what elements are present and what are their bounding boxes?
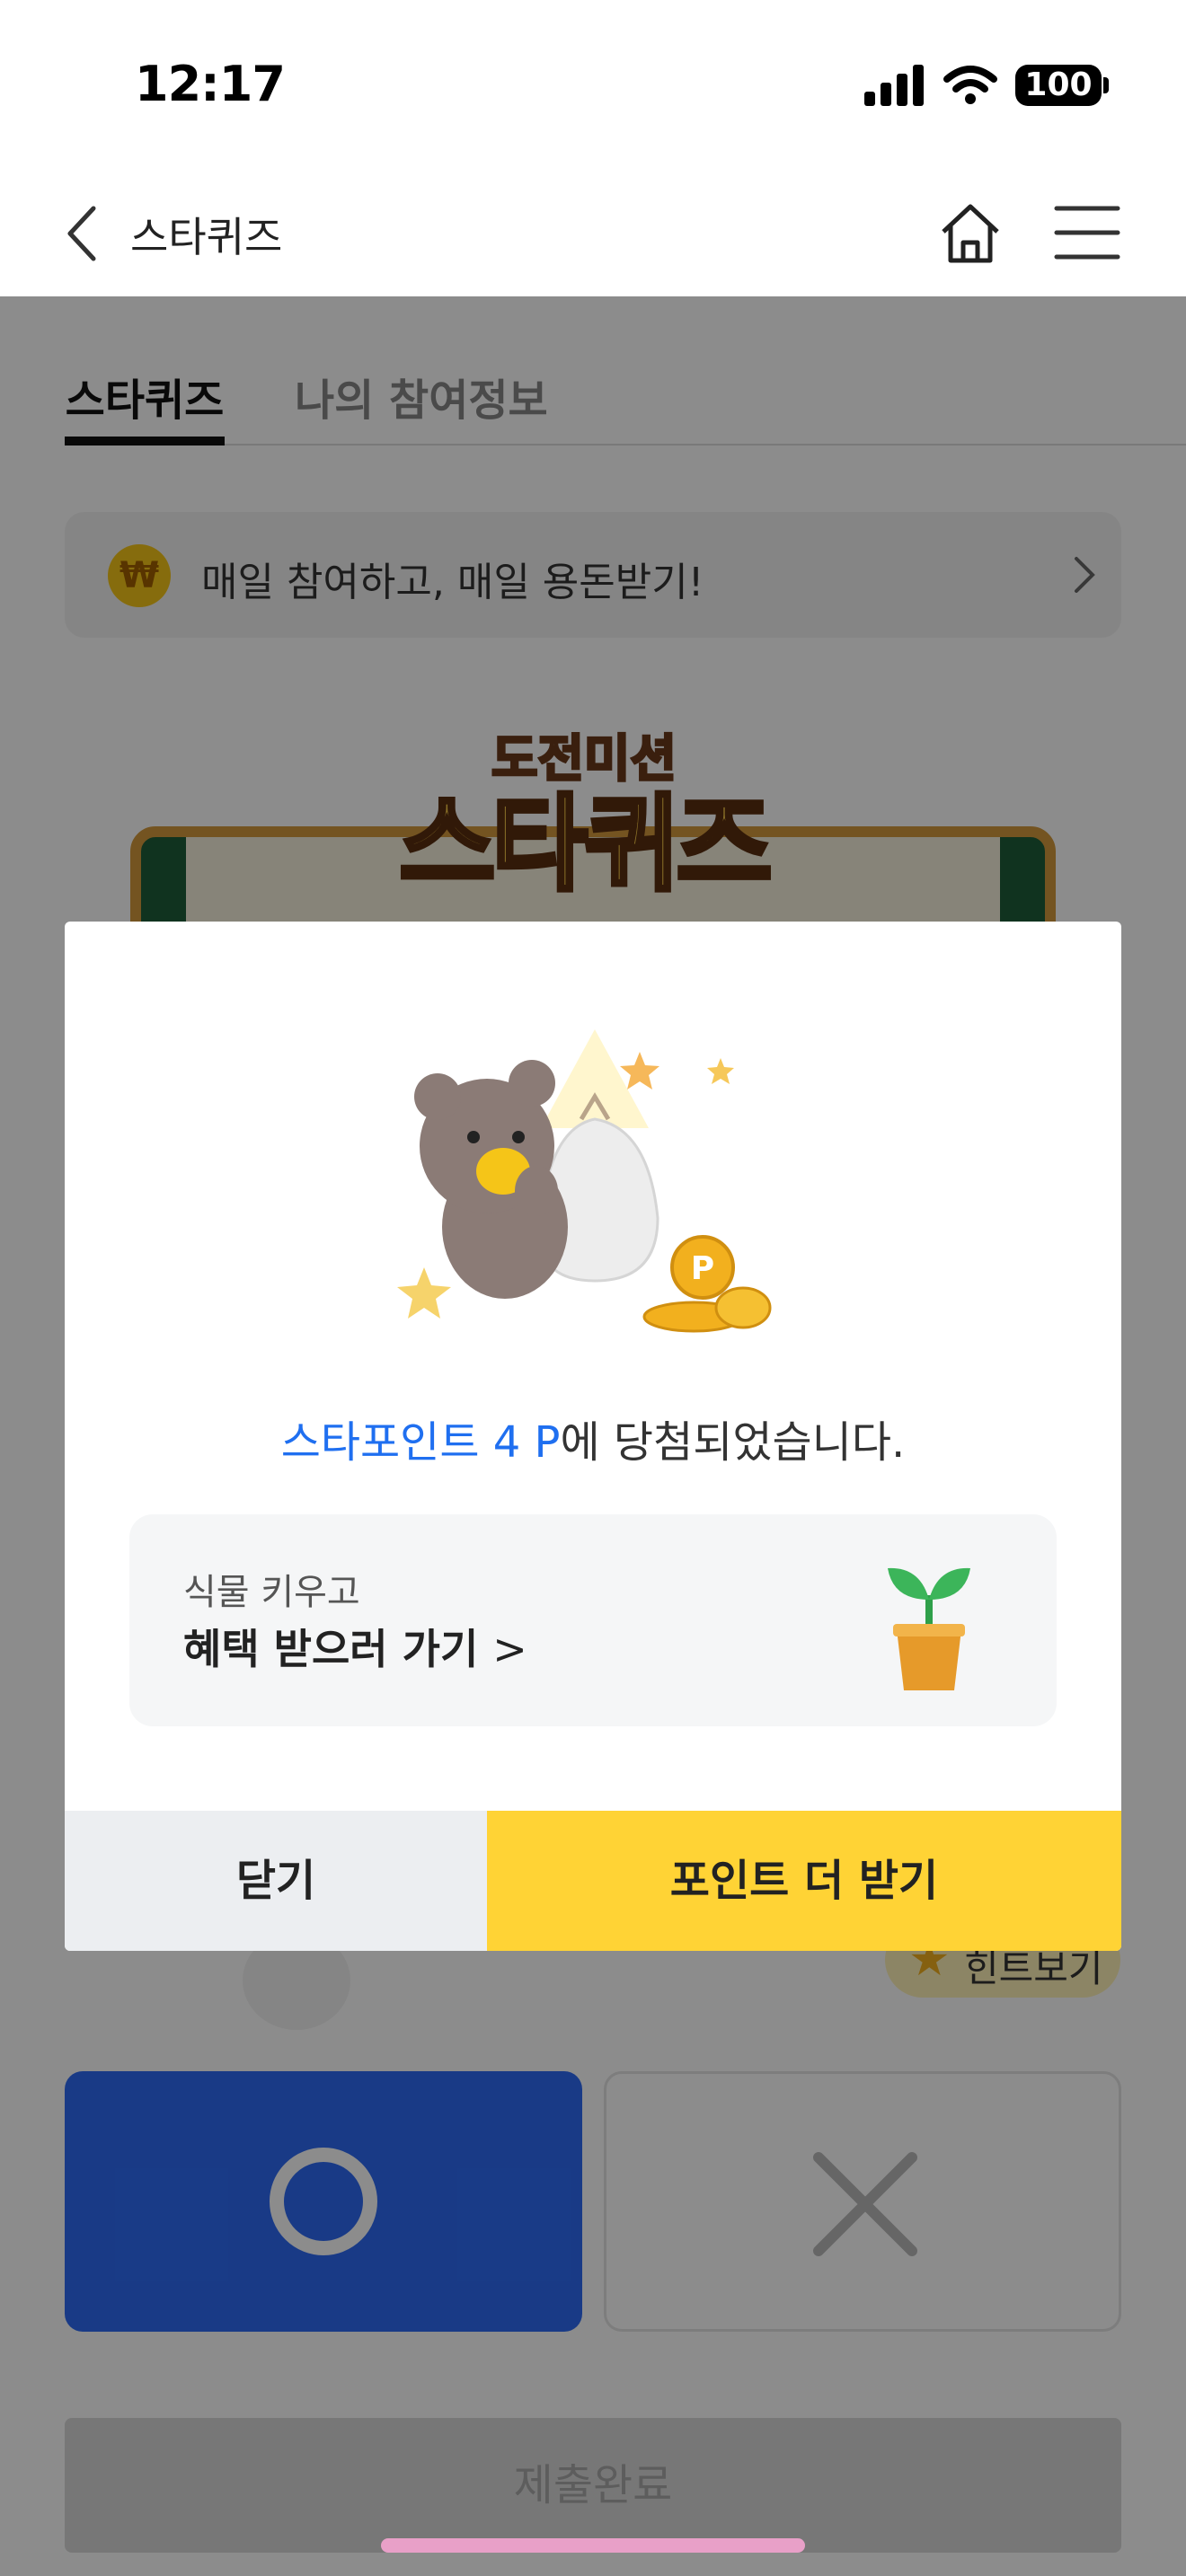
plant-card-title: 혜택 받으러 가기 > [183,1617,527,1676]
battery-cap [1103,77,1109,93]
result-highlight: 스타포인트 4 P [280,1417,561,1468]
chevron-right-icon: > [492,1625,527,1673]
battery-indicator: 100 [1015,65,1102,106]
status-bar: 12:17 100 [0,0,1186,171]
app-header: 스타퀴즈 [0,171,1186,296]
plant-pot-icon [888,1567,970,1690]
status-time: 12:17 [135,56,286,112]
plant-card-title-text: 혜택 받으러 가기 [183,1625,479,1673]
home-icon[interactable] [934,198,1006,269]
plant-benefit-card[interactable]: 식물 키우고 혜택 받으러 가기 > [129,1514,1057,1726]
signal-icon [864,65,924,106]
get-more-points-button[interactable]: 포인트 더 받기 [487,1811,1121,1951]
back-arrow-icon[interactable] [54,198,108,269]
menu-icon[interactable] [1053,201,1121,264]
result-message: 스타포인트 4 P에 당첨되었습니다. [65,1407,1121,1469]
plant-card-subtitle: 식물 키우고 [183,1572,360,1613]
close-button[interactable]: 닫기 [65,1811,487,1951]
result-text: 에 당첨되었습니다. [560,1417,906,1468]
bear-reward-illustration: P [397,1029,772,1333]
reward-modal: P 스타포인트 4 P에 당첨되었습니다. 식물 키우고 혜택 받으러 가기 >… [65,922,1121,1951]
wifi-icon [943,66,997,104]
page-title: 스타퀴즈 [130,213,283,261]
home-indicator[interactable] [381,2538,805,2553]
svg-text:P: P [691,1250,714,1287]
